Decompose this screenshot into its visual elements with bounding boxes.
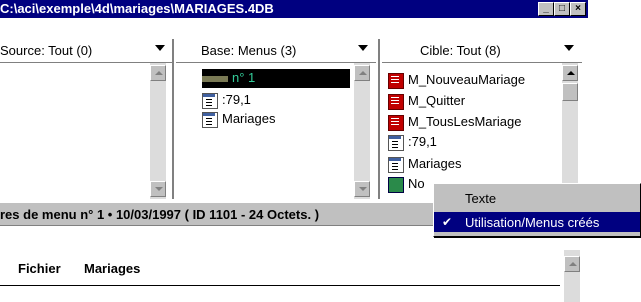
- divider: [378, 39, 380, 199]
- scroll-down-button[interactable]: [354, 181, 370, 197]
- menu-item-utilisation[interactable]: ✔ Utilisation/Menus créés: [434, 212, 640, 232]
- source-scrollbar[interactable]: [150, 63, 166, 199]
- menubar-item-fichier[interactable]: Fichier: [18, 261, 61, 276]
- list-item-label: :79,1: [408, 134, 437, 149]
- list-item-label: M_TousLesMariage: [408, 114, 522, 129]
- arrow-up-icon: [567, 71, 575, 75]
- arrow-up-icon: [359, 71, 367, 75]
- arrow-down-icon: [155, 187, 163, 191]
- arrow-down-icon: [359, 187, 367, 191]
- status-text: res de menu n° 1 • 10/03/1997 ( ID 1101 …: [0, 207, 320, 222]
- list-item[interactable]: M_TousLesMariage: [388, 113, 560, 132]
- list-item[interactable]: Mariages: [202, 110, 342, 129]
- preview-scrollbar[interactable]: [564, 250, 580, 302]
- menu-icon: [202, 93, 218, 109]
- chevron-down-icon: [564, 45, 574, 51]
- window-title: C:\aci\exemple\4d\mariages\MARIAGES.4DB: [0, 1, 274, 16]
- scroll-up-button[interactable]: [564, 256, 580, 272]
- list-item[interactable]: M_NouveauMariage: [388, 71, 560, 90]
- list-item[interactable]: :79,1: [202, 91, 342, 110]
- menubar-item-mariages[interactable]: Mariages: [84, 261, 140, 276]
- menu-item-label: Utilisation/Menus créés: [465, 215, 600, 230]
- source-combo-label: Source: Tout (0): [0, 43, 93, 58]
- divider: [172, 39, 174, 199]
- list-item[interactable]: Mariages: [388, 155, 560, 174]
- list-item-label: Mariages: [408, 156, 462, 171]
- method-icon: [388, 115, 404, 131]
- cible-list[interactable]: M_NouveauMariage M_Quitter M_TousLesMari…: [382, 62, 582, 199]
- menu-icon: [388, 135, 404, 151]
- list-item-selected[interactable]: n° 1: [202, 69, 350, 88]
- close-button[interactable]: ×: [570, 2, 586, 16]
- list-item-label: No: [408, 176, 425, 191]
- base-combo[interactable]: Base: Menus (3): [176, 39, 376, 61]
- title-bar[interactable]: C:\aci\exemple\4d\mariages\MARIAGES.4DB …: [0, 0, 588, 18]
- minimize-button[interactable]: _: [538, 2, 554, 16]
- base-list[interactable]: n° 1 :79,1 Mariages: [176, 62, 376, 199]
- cible-scrollbar[interactable]: [562, 63, 578, 199]
- arrow-up-icon: [155, 71, 163, 75]
- scroll-up-button[interactable]: [562, 65, 578, 81]
- base-combo-label: Base: Menus (3): [201, 43, 297, 58]
- menu-bar-icon: [202, 76, 228, 82]
- menu-preview-area: Fichier Mariages: [0, 250, 641, 302]
- menubar-divider: [0, 285, 560, 286]
- list-item[interactable]: M_Quitter: [388, 92, 560, 111]
- list-item-label: M_NouveauMariage: [408, 72, 526, 87]
- cible-combo[interactable]: Cible: Tout (8): [382, 39, 582, 61]
- scroll-up-button[interactable]: [354, 65, 370, 81]
- list-item-label: :79,1: [222, 92, 251, 107]
- maximize-button[interactable]: □: [554, 2, 570, 16]
- menu-icon: [388, 157, 404, 173]
- checkmark-icon: ✔: [442, 215, 453, 229]
- menu-item-label: Texte: [465, 191, 497, 206]
- menu-item-texte[interactable]: Texte: [434, 188, 640, 208]
- scroll-thumb[interactable]: [562, 83, 578, 101]
- list-item-label: n° 1: [232, 70, 256, 85]
- list-item[interactable]: :79,1: [388, 133, 560, 152]
- scroll-down-button[interactable]: [150, 181, 166, 197]
- list-item-label: M_Quitter: [408, 93, 466, 108]
- source-combo[interactable]: Source: Tout (0): [0, 39, 172, 61]
- menu-icon: [202, 112, 218, 128]
- method-icon: [388, 73, 404, 89]
- context-menu[interactable]: Texte ✔ Utilisation/Menus créés: [433, 183, 641, 237]
- list-item-label: Mariages: [222, 111, 276, 126]
- scroll-up-button[interactable]: [150, 65, 166, 81]
- source-list[interactable]: [0, 62, 172, 199]
- chevron-down-icon: [358, 45, 368, 51]
- base-scrollbar[interactable]: [354, 63, 370, 199]
- chevron-down-icon: [155, 45, 165, 51]
- method-icon: [388, 94, 404, 110]
- arrow-up-icon: [569, 262, 577, 266]
- cible-combo-label: Cible: Tout (8): [420, 43, 501, 58]
- globe-icon: [388, 177, 404, 193]
